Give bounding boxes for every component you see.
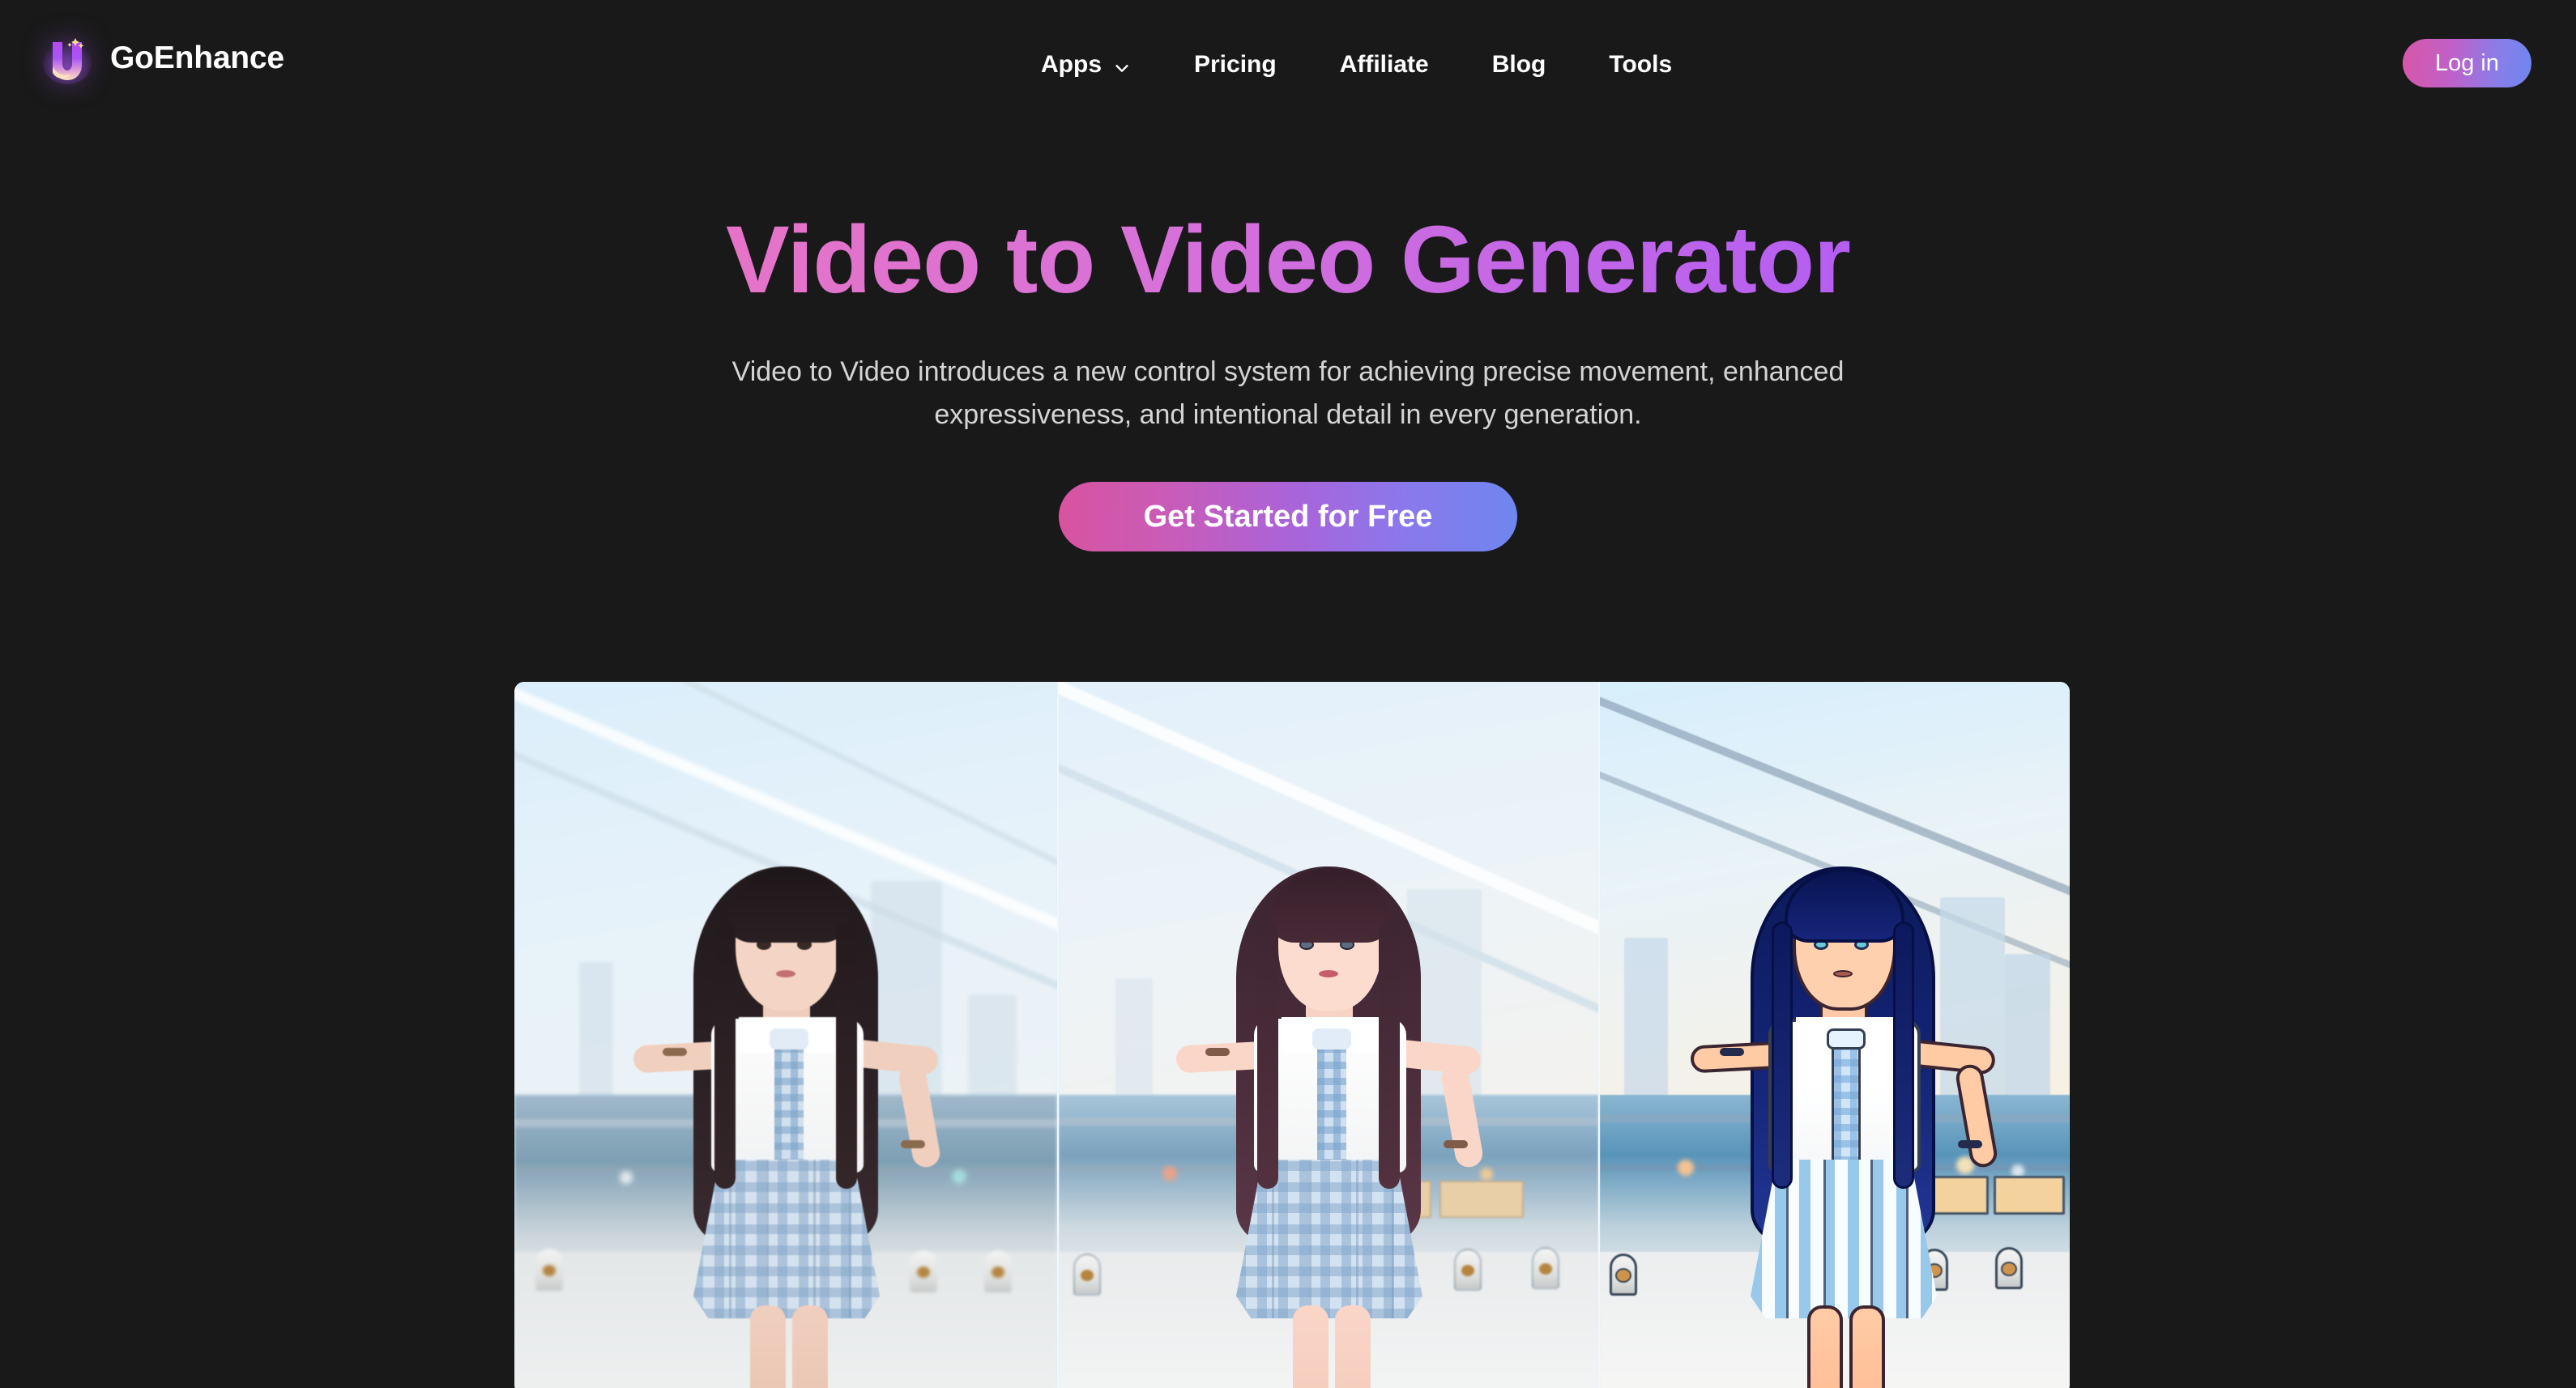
skirt-pleat bbox=[813, 1160, 816, 1318]
showcase-video-comparison[interactable] bbox=[514, 682, 2070, 1388]
site-header: GoEnhance Apps Pricing Affiliate Blog To… bbox=[0, 0, 2576, 130]
leg-left bbox=[1293, 1305, 1329, 1388]
cta-container: Get Started for Free bbox=[0, 481, 2576, 551]
bracelet bbox=[1958, 1140, 1982, 1148]
get-started-button[interactable]: Get Started for Free bbox=[1059, 481, 1517, 551]
page-title: Video to Video Generator bbox=[0, 206, 2576, 313]
skirt-pleat bbox=[1309, 1160, 1311, 1318]
login-button[interactable]: Log in bbox=[2402, 39, 2531, 87]
brand-name: GoEnhance bbox=[110, 40, 284, 75]
mouth bbox=[1319, 970, 1338, 977]
showcase-panel-original[interactable] bbox=[514, 682, 1057, 1388]
forearm-right bbox=[1439, 1062, 1485, 1169]
nav-item-tools-label: Tools bbox=[1609, 51, 1673, 78]
hero-subtitle: Video to Video introduces a new control … bbox=[731, 356, 1845, 430]
leg-left bbox=[1807, 1305, 1843, 1388]
nav-item-pricing[interactable]: Pricing bbox=[1194, 51, 1277, 79]
mouth bbox=[1833, 970, 1853, 977]
bollard bbox=[535, 1249, 563, 1291]
nav-item-blog-label: Blog bbox=[1491, 51, 1546, 78]
forearm-right bbox=[897, 1062, 942, 1169]
subject-figure bbox=[1158, 779, 1499, 1388]
nav-item-affiliate[interactable]: Affiliate bbox=[1340, 51, 1429, 79]
hair-strand-left bbox=[1772, 922, 1793, 1189]
hair-strand-right bbox=[1379, 922, 1400, 1189]
showcase-panel-comic[interactable] bbox=[1598, 682, 2070, 1388]
hair-strand-right bbox=[1893, 922, 1914, 1189]
showcase-panel-anime[interactable] bbox=[1057, 682, 1598, 1388]
skirt-pleat bbox=[1823, 1160, 1826, 1318]
bracelet bbox=[1205, 1048, 1230, 1056]
nav-item-pricing-label: Pricing bbox=[1194, 51, 1277, 78]
bracelet bbox=[901, 1140, 925, 1148]
bracelet bbox=[663, 1048, 687, 1056]
skirt-pleat bbox=[1356, 1160, 1358, 1318]
hair-strand-right bbox=[836, 922, 857, 1189]
crate bbox=[1994, 1176, 2065, 1215]
hero-section: Video to Video Generator Video to Video … bbox=[0, 130, 2576, 551]
leg-left bbox=[750, 1305, 786, 1388]
leg-right bbox=[1849, 1305, 1885, 1388]
hair-strand-left bbox=[1257, 922, 1278, 1189]
page-root: GoEnhance Apps Pricing Affiliate Blog To… bbox=[0, 0, 2576, 1388]
necktie-knot bbox=[770, 1028, 808, 1050]
bollard bbox=[1532, 1247, 1559, 1289]
necktie-knot bbox=[1827, 1028, 1866, 1050]
goenhance-u-logo-icon bbox=[42, 32, 92, 84]
nav-item-tools[interactable]: Tools bbox=[1609, 51, 1672, 79]
skirt-pleat bbox=[766, 1160, 769, 1318]
hair-strand-left bbox=[714, 922, 736, 1189]
bracelet bbox=[1720, 1048, 1744, 1056]
bollard bbox=[1610, 1254, 1637, 1296]
brand-logo-link[interactable]: GoEnhance bbox=[42, 32, 284, 84]
mouth bbox=[776, 970, 795, 977]
nav-item-affiliate-label: Affiliate bbox=[1339, 51, 1429, 78]
bollard bbox=[984, 1250, 1012, 1292]
skirt-pleat bbox=[1870, 1160, 1873, 1318]
nav-item-apps[interactable]: Apps bbox=[1041, 51, 1131, 79]
leg-right bbox=[1335, 1305, 1371, 1388]
leg-right bbox=[792, 1305, 828, 1388]
subject-figure bbox=[616, 779, 956, 1388]
forearm-right bbox=[1954, 1062, 1999, 1169]
necktie-knot bbox=[1312, 1028, 1351, 1050]
bollard bbox=[1995, 1247, 2023, 1289]
chevron-down-icon bbox=[1113, 56, 1131, 74]
nav-item-blog[interactable]: Blog bbox=[1492, 51, 1546, 79]
bracelet bbox=[1444, 1140, 1468, 1148]
nav-item-apps-label: Apps bbox=[1041, 51, 1102, 78]
subject-figure bbox=[1673, 779, 1999, 1388]
bollard bbox=[1073, 1254, 1101, 1296]
main-nav: Apps Pricing Affiliate Blog Tools bbox=[1041, 0, 1672, 130]
